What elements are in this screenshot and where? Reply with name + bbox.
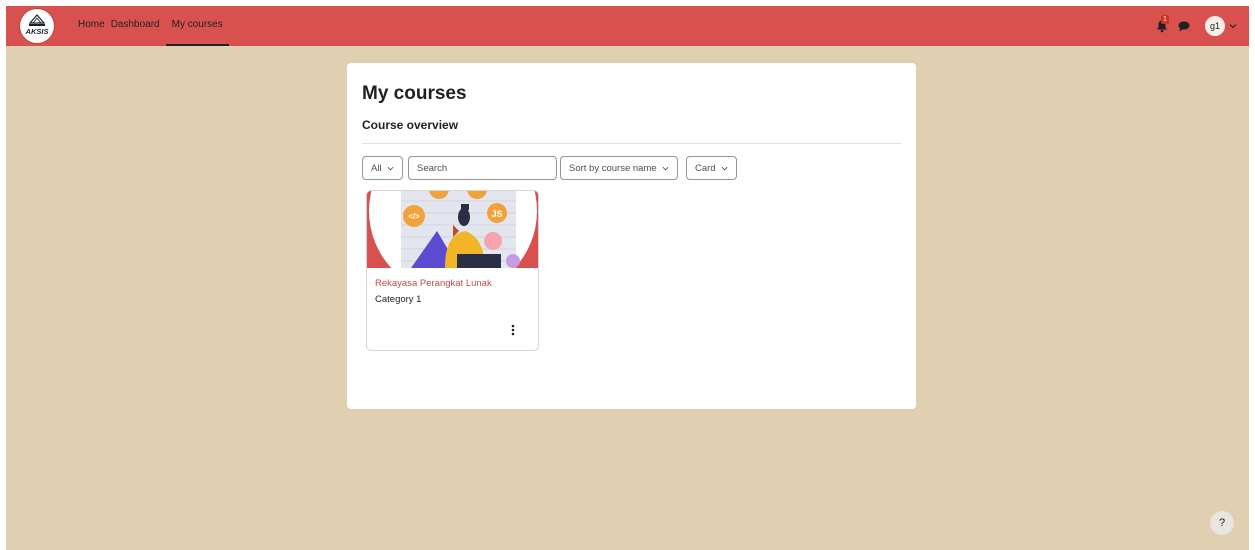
user-avatar[interactable]: g1 bbox=[1205, 16, 1225, 36]
messages-chat-icon[interactable] bbox=[1177, 19, 1191, 33]
sort-dropdown-label: Sort by course name bbox=[569, 162, 657, 174]
course-search-input[interactable] bbox=[408, 156, 557, 180]
view-dropdown[interactable]: Card bbox=[686, 156, 737, 180]
app-frame: AKSIS Home Dashboard My courses 1 g1 My … bbox=[6, 6, 1249, 550]
chevron-down-icon bbox=[662, 166, 669, 170]
chevron-down-icon bbox=[387, 166, 393, 170]
user-menu-chevron-down-icon[interactable] bbox=[1229, 22, 1237, 30]
course-card: </> JS Rekayasa Perangkat Lunak Category… bbox=[366, 190, 539, 351]
help-button[interactable]: ? bbox=[1210, 511, 1234, 535]
notifications-button[interactable]: 1 bbox=[1155, 15, 1171, 34]
primary-navigation: Home Dashboard My courses bbox=[78, 6, 235, 46]
svg-text:</>: </> bbox=[408, 212, 420, 221]
svg-text:JS: JS bbox=[491, 209, 502, 219]
top-navbar: AKSIS Home Dashboard My courses 1 g1 bbox=[6, 6, 1249, 46]
course-name-link[interactable]: Rekayasa Perangkat Lunak bbox=[375, 278, 492, 289]
user-navigation: 1 g1 bbox=[1155, 6, 1237, 46]
chevron-down-icon bbox=[721, 166, 728, 170]
sort-dropdown[interactable]: Sort by course name bbox=[560, 156, 678, 180]
nav-link-dashboard[interactable]: Dashboard bbox=[111, 6, 160, 46]
nav-link-my-courses[interactable]: My courses bbox=[165, 6, 229, 46]
nav-link-home[interactable]: Home bbox=[78, 6, 105, 46]
my-courses-panel: My courses Course overview All Sort by c… bbox=[347, 63, 916, 409]
course-image[interactable]: </> JS bbox=[367, 191, 538, 268]
course-actions-kebab-icon[interactable] bbox=[507, 323, 519, 337]
course-category: Category 1 bbox=[375, 294, 422, 305]
site-logo-text: AKSIS bbox=[25, 27, 49, 36]
section-divider bbox=[362, 143, 901, 144]
view-dropdown-label: Card bbox=[695, 162, 716, 174]
site-logo[interactable]: AKSIS bbox=[20, 9, 54, 43]
page-title: My courses bbox=[362, 83, 467, 104]
grouping-dropdown[interactable]: All bbox=[362, 156, 403, 180]
course-overview-heading: Course overview bbox=[362, 118, 459, 132]
notification-count-badge: 1 bbox=[1161, 15, 1169, 24]
grouping-dropdown-label: All bbox=[371, 162, 382, 174]
